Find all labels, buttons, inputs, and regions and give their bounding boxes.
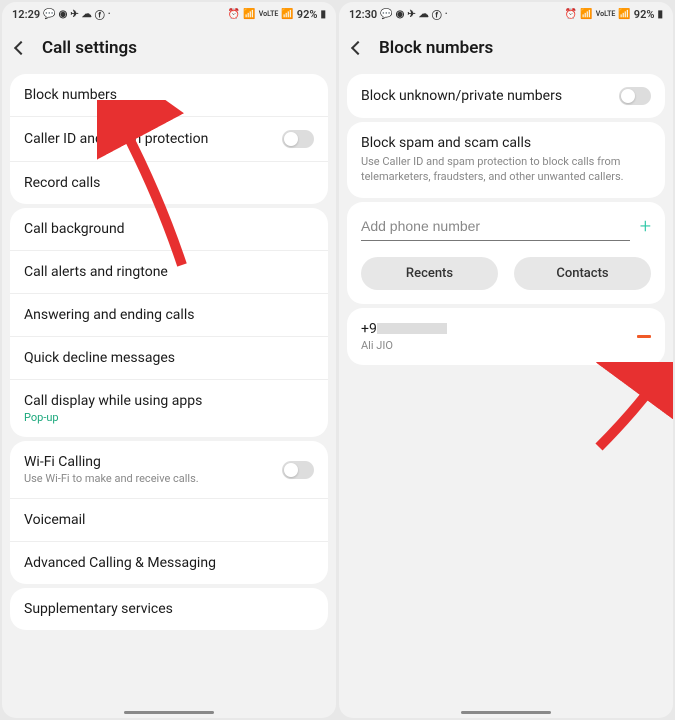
app-icon: ◉ [59,9,68,20]
signal-icon: 📶 [618,9,630,20]
row-call-background[interactable]: Call background [10,208,328,251]
blocked-contact-name: Ali JIO [361,339,637,352]
spam-desc: Use Caller ID and spam protection to blo… [361,155,651,185]
toggle-caller-id[interactable] [282,130,314,148]
spam-card[interactable]: Block spam and scam calls Use Caller ID … [347,122,665,198]
row-answering[interactable]: Answering and ending calls [10,294,328,337]
signal-icon: 📶 [281,9,293,20]
contacts-button[interactable]: Contacts [514,257,651,290]
cloud-icon: ☁ [82,9,92,20]
phone-left: 12:29 💬 ◉ ✈ ☁ ⓕ · ⏰ 📶 VoLTE 📶 92% ▮ Call… [2,2,336,718]
nav-bar[interactable] [461,711,551,714]
add-number-card: + Recents Contacts [347,202,665,304]
facebook-icon: ⓕ [95,7,105,22]
battery-pct: 92% [297,8,318,21]
row-caller-id[interactable]: Caller ID and spam protection [10,117,328,162]
volte-icon: VoLTE [259,10,279,18]
battery-icon: ▮ [320,9,326,20]
redacted-digits [377,323,447,334]
more-icon: · [445,9,448,20]
block-content: Block unknown/private numbers Block spam… [339,70,673,718]
row-supplementary[interactable]: Supplementary services [10,588,328,630]
row-quick-decline[interactable]: Quick decline messages [10,337,328,380]
back-icon[interactable] [351,41,365,55]
battery-pct: 92% [634,8,655,21]
row-block-unknown[interactable]: Block unknown/private numbers [347,74,665,118]
block-unknown-card: Block unknown/private numbers [347,74,665,118]
row-call-display[interactable]: Call display while using appsPop-up [10,380,328,437]
header: Call settings [2,26,336,70]
row-voicemail[interactable]: Voicemail [10,499,328,542]
message-icon: 💬 [380,9,392,20]
page-title: Block numbers [379,38,493,58]
toggle-wifi-calling[interactable] [282,461,314,479]
settings-group-2: Call background Call alerts and ringtone… [10,208,328,437]
battery-icon: ▮ [657,9,663,20]
row-call-alerts[interactable]: Call alerts and ringtone [10,251,328,294]
page-title: Call settings [42,38,137,58]
wifi-icon: 📶 [580,9,592,20]
status-bar: 12:29 💬 ◉ ✈ ☁ ⓕ · ⏰ 📶 VoLTE 📶 92% ▮ [2,2,336,26]
settings-group-3: Wi-Fi CallingUse Wi-Fi to make and recei… [10,441,328,584]
nav-bar[interactable] [124,711,214,714]
remove-icon[interactable] [637,335,651,338]
spam-title: Block spam and scam calls [361,135,651,151]
header: Block numbers [339,26,673,70]
status-time: 12:29 [12,8,40,21]
back-icon[interactable] [14,41,28,55]
blocked-number: +9 [361,321,637,337]
blocked-entry[interactable]: +9 Ali JIO [347,308,665,365]
phone-number-input[interactable] [361,212,630,241]
settings-group-1: Block numbers Caller ID and spam protect… [10,74,328,204]
status-time: 12:30 [349,8,377,21]
settings-group-4: Supplementary services [10,588,328,630]
send-icon: ✈ [407,9,415,20]
cloud-icon: ☁ [419,9,429,20]
recents-button[interactable]: Recents [361,257,498,290]
more-icon: · [108,9,111,20]
blocked-list: +9 Ali JIO [347,308,665,365]
alarm-icon: ⏰ [565,9,577,20]
toggle-block-unknown[interactable] [619,87,651,105]
alarm-icon: ⏰ [228,9,240,20]
row-block-numbers[interactable]: Block numbers [10,74,328,117]
app-icon: ◉ [396,9,405,20]
row-record-calls[interactable]: Record calls [10,162,328,204]
phone-right: 12:30 💬 ◉ ✈ ☁ ⓕ · ⏰ 📶 VoLTE 📶 92% ▮ Bloc… [339,2,673,718]
message-icon: 💬 [43,9,55,20]
status-bar: 12:30 💬 ◉ ✈ ☁ ⓕ · ⏰ 📶 VoLTE 📶 92% ▮ [339,2,673,26]
send-icon: ✈ [70,9,78,20]
add-icon[interactable]: + [640,214,651,238]
volte-icon: VoLTE [596,10,616,18]
settings-list: Block numbers Caller ID and spam protect… [2,70,336,718]
row-advanced-calling[interactable]: Advanced Calling & Messaging [10,542,328,584]
wifi-icon: 📶 [243,9,255,20]
facebook-icon: ⓕ [432,7,442,22]
row-wifi-calling[interactable]: Wi-Fi CallingUse Wi-Fi to make and recei… [10,441,328,499]
